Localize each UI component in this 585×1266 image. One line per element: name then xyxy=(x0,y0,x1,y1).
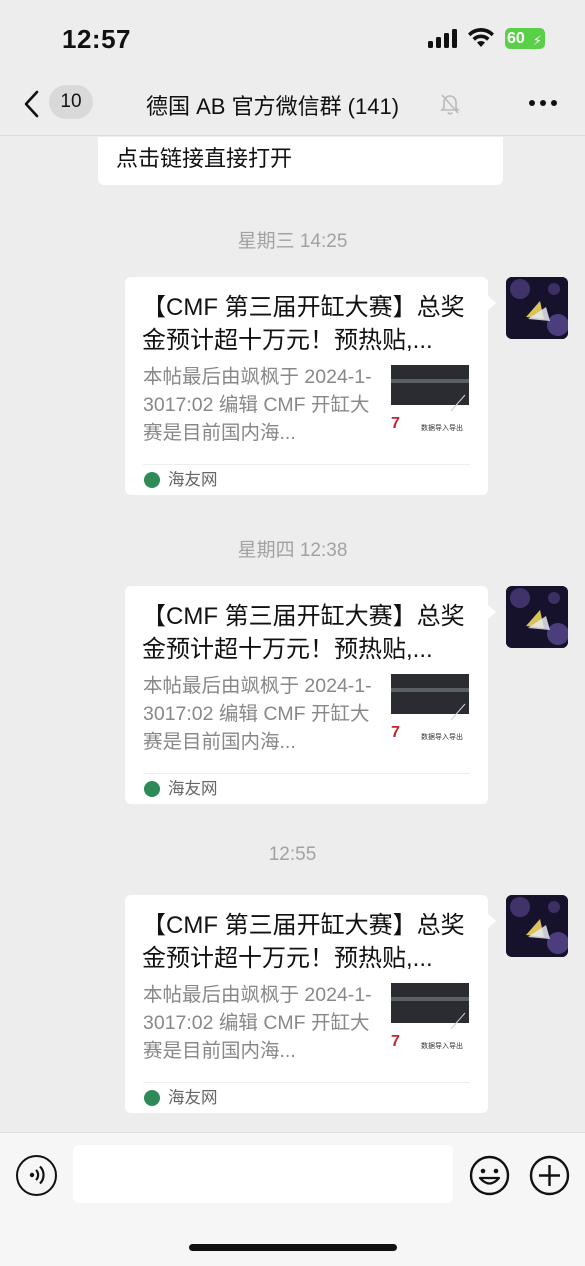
card-source-label: 海友网 xyxy=(168,471,218,489)
message-text: 点击链接直接打开 xyxy=(116,146,293,171)
timestamp: 12:55 xyxy=(268,844,317,865)
source-logo-icon xyxy=(144,1090,160,1106)
battery-level: 60 xyxy=(507,30,525,47)
source-logo-icon xyxy=(144,781,160,797)
card-thumbnail: 7 数据导入导出 xyxy=(391,365,469,439)
back-icon[interactable] xyxy=(20,89,44,119)
card-description: 本帖最后由飒枫于 2024-1-3017:02 编辑 CMF 开缸大赛是目前国内… xyxy=(143,984,372,1062)
message-list[interactable]: 点击链接直接打开 星期三 14:25 【CMF 第三届开缸大赛】总奖金预计超十万… xyxy=(0,137,585,1132)
emoji-icon[interactable] xyxy=(469,1155,510,1196)
source-logo-icon xyxy=(144,472,160,488)
unread-count-badge[interactable]: 10 xyxy=(49,85,93,119)
chat-header: 10 德国 AB 官方微信群 (141) xyxy=(0,78,585,136)
thumb-caption: 数据导入导出 xyxy=(421,734,463,741)
card-source: 海友网 xyxy=(143,469,218,491)
thumb-caption: 数据导入导出 xyxy=(421,1043,463,1050)
timestamp: 星期三 14:25 xyxy=(237,231,348,252)
voice-icon[interactable] xyxy=(16,1155,57,1196)
thumb-number: 7 xyxy=(391,1033,400,1050)
status-bar: 12:57 60 ⚡ xyxy=(0,0,585,78)
card-source-label: 海友网 xyxy=(168,780,218,798)
more-icon[interactable] xyxy=(527,98,559,108)
home-indicator[interactable] xyxy=(189,1244,397,1251)
battery-indicator: 60 ⚡ xyxy=(505,28,545,49)
wifi-icon xyxy=(468,27,494,47)
card-divider xyxy=(143,464,470,465)
card-thumbnail: 7 数据导入导出 xyxy=(391,674,469,748)
status-time: 12:57 xyxy=(62,24,131,54)
card-title: 【CMF 第三届开缸大赛】总奖金预计超十万元！预热贴,... xyxy=(142,603,465,663)
card-title: 【CMF 第三届开缸大赛】总奖金预计超十万元！预热贴,... xyxy=(142,294,465,354)
link-card[interactable]: 【CMF 第三届开缸大赛】总奖金预计超十万元！预热贴,... 本帖最后由飒枫于 … xyxy=(125,277,496,495)
card-description: 本帖最后由飒枫于 2024-1-3017:02 编辑 CMF 开缸大赛是目前国内… xyxy=(143,675,372,753)
link-card[interactable]: 【CMF 第三届开缸大赛】总奖金预计超十万元！预热贴,... 本帖最后由飒枫于 … xyxy=(125,895,496,1113)
avatar[interactable] xyxy=(506,277,568,339)
card-description: 本帖最后由飒枫于 2024-1-3017:02 编辑 CMF 开缸大赛是目前国内… xyxy=(143,366,372,444)
avatar[interactable] xyxy=(506,895,568,957)
chat-title[interactable]: 德国 AB 官方微信群 (141) xyxy=(146,89,399,121)
charging-icon: ⚡ xyxy=(532,33,542,48)
message-input[interactable] xyxy=(73,1145,453,1203)
card-title: 【CMF 第三届开缸大赛】总奖金预计超十万元！预热贴,... xyxy=(142,912,465,972)
mute-icon xyxy=(440,94,460,115)
message-bubble[interactable]: 点击链接直接打开 xyxy=(98,137,503,185)
thumb-caption: 数据导入导出 xyxy=(421,425,463,432)
card-thumbnail: 7 数据导入导出 xyxy=(391,983,469,1057)
card-source: 海友网 xyxy=(143,1087,218,1109)
avatar[interactable] xyxy=(506,586,568,648)
card-source: 海友网 xyxy=(143,778,218,800)
card-divider xyxy=(143,1082,470,1083)
thumb-number: 7 xyxy=(391,415,400,432)
thumb-number: 7 xyxy=(391,724,400,741)
card-source-label: 海友网 xyxy=(168,1089,218,1107)
plus-icon[interactable] xyxy=(529,1155,570,1196)
card-divider xyxy=(143,773,470,774)
timestamp: 星期四 12:38 xyxy=(237,540,348,561)
link-card[interactable]: 【CMF 第三届开缸大赛】总奖金预计超十万元！预热贴,... 本帖最后由飒枫于 … xyxy=(125,586,496,804)
signal-icon xyxy=(428,29,460,48)
